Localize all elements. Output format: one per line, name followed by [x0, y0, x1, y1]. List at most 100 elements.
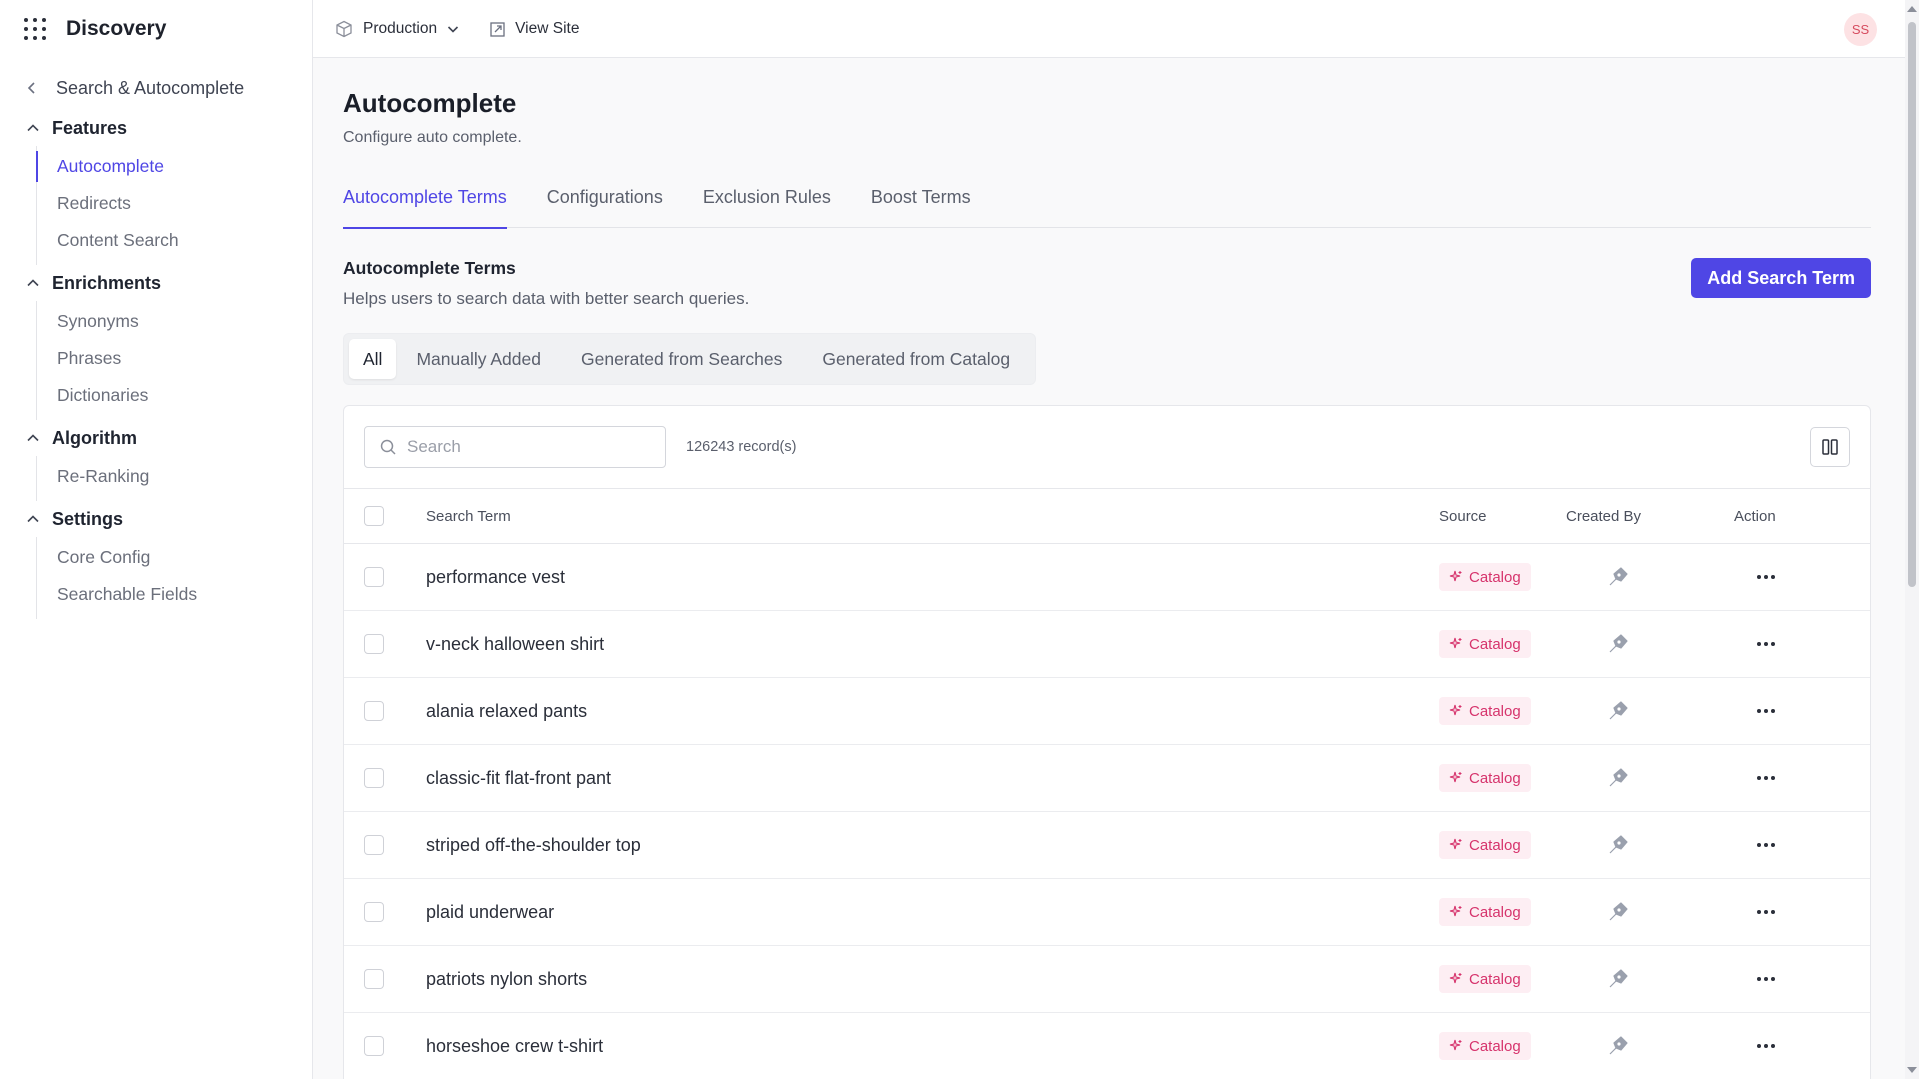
table-row[interactable]: v-neck halloween shirt Catalog: [344, 611, 1870, 678]
row-actions-button[interactable]: [1751, 632, 1781, 656]
row-actions-button[interactable]: [1751, 833, 1781, 857]
sidebar-item-synonyms[interactable]: Synonyms: [37, 303, 312, 340]
columns-icon: [1822, 439, 1838, 455]
main-area: Production View Site SS Autocomplete Con…: [313, 0, 1919, 1079]
page-scrollbar[interactable]: [1905, 0, 1919, 1079]
tab-configurations[interactable]: Configurations: [547, 185, 663, 228]
page-subtitle: Configure auto complete.: [343, 129, 522, 146]
record-count: 126243 record(s): [686, 439, 797, 455]
source-label: Catalog: [1469, 702, 1521, 720]
view-site-link[interactable]: View Site: [489, 20, 579, 38]
source-badge: Catalog: [1439, 697, 1531, 725]
row-checkbox[interactable]: [364, 902, 384, 922]
sidebar-section-title: Features: [52, 117, 128, 138]
filter-generated-from-searches[interactable]: Generated from Searches: [561, 339, 802, 379]
source-label: Catalog: [1469, 635, 1521, 653]
pen-nib-icon: [1609, 835, 1628, 854]
sidebar-item-re-ranking[interactable]: Re-Ranking: [37, 458, 312, 495]
section-title: Autocomplete Terms: [343, 258, 516, 278]
chevron-left-icon: [27, 82, 35, 94]
sidebar-section-features[interactable]: Features: [0, 110, 312, 146]
table-row[interactable]: patriots nylon shorts Catalog: [344, 946, 1870, 1013]
row-checkbox[interactable]: [364, 634, 384, 654]
source-badge: Catalog: [1439, 630, 1531, 658]
page-title: Autocomplete: [343, 88, 517, 118]
filter-generated-from-catalog[interactable]: Generated from Catalog: [802, 339, 1030, 379]
scroll-up-arrow[interactable]: [1907, 6, 1917, 12]
tab-autocomplete-terms[interactable]: Autocomplete Terms: [343, 185, 507, 229]
external-link-icon: [490, 21, 505, 37]
section-header: Autocomplete Terms Helps users to search…: [343, 258, 1871, 309]
sparkle-icon: [1449, 838, 1462, 850]
source-label: Catalog: [1469, 568, 1521, 586]
row-actions-button[interactable]: [1751, 766, 1781, 790]
source-cell: Catalog: [1439, 1032, 1531, 1060]
tab-boost-terms[interactable]: Boost Terms: [871, 185, 971, 228]
sidebar-item-searchable-fields[interactable]: Searchable Fields: [37, 576, 312, 613]
sidebar-item-core-config[interactable]: Core Config: [37, 539, 312, 576]
row-actions-button[interactable]: [1751, 699, 1781, 723]
row-checkbox[interactable]: [364, 835, 384, 855]
topbar: Production View Site SS: [313, 0, 1919, 58]
pen-nib-icon: [1609, 1036, 1628, 1055]
scroll-thumb[interactable]: [1908, 22, 1916, 587]
add-search-term-button[interactable]: Add Search Term: [1691, 258, 1871, 298]
source-label: Catalog: [1469, 836, 1521, 854]
source-label: Catalog: [1469, 903, 1521, 921]
sidebar-section-title: Enrichments: [52, 272, 162, 293]
filter-all[interactable]: All: [349, 339, 397, 379]
sidebar-section-settings[interactable]: Settings: [0, 501, 312, 537]
chevron-up-icon: [27, 124, 39, 132]
apps-grid-icon[interactable]: [24, 18, 46, 40]
table-row[interactable]: striped off-the-shoulder top Catalog: [344, 812, 1870, 879]
sidebar-item-dictionaries[interactable]: Dictionaries: [37, 377, 312, 414]
source-filter-group: All Manually Added Generated from Searches…: [343, 333, 1037, 385]
environment-selector[interactable]: Production: [335, 20, 459, 38]
source-badge: Catalog: [1439, 831, 1531, 859]
table-row[interactable]: classic-fit flat-front pant Catalog: [344, 745, 1870, 812]
table-row[interactable]: performance vest Catalog: [344, 544, 1870, 611]
table-row[interactable]: plaid underwear Catalog: [344, 879, 1870, 946]
table-row[interactable]: horseshoe crew t-shirt Catalog: [344, 1013, 1870, 1079]
pen-nib-icon: [1609, 567, 1628, 586]
row-actions-button[interactable]: [1751, 900, 1781, 924]
table-row[interactable]: alania relaxed pants Catalog: [344, 678, 1870, 745]
sparkle-icon: [1449, 771, 1462, 783]
row-checkbox[interactable]: [364, 1036, 384, 1056]
sidebar-sublist: Autocomplete Redirects Content Search: [36, 146, 312, 265]
filter-manually-added[interactable]: Manually Added: [396, 339, 561, 379]
sidebar-section-enrichments[interactable]: Enrichments: [0, 265, 312, 301]
row-checkbox[interactable]: [364, 768, 384, 788]
row-checkbox[interactable]: [364, 969, 384, 989]
sidebar-item-redirects[interactable]: Redirects: [37, 185, 312, 222]
chevron-up-icon: [27, 279, 39, 287]
sparkle-icon: [1449, 637, 1462, 649]
row-checkbox[interactable]: [364, 567, 384, 587]
source-badge: Catalog: [1439, 965, 1531, 993]
search-input[interactable]: [407, 437, 647, 457]
tab-exclusion-rules[interactable]: Exclusion Rules: [703, 185, 831, 228]
sparkle-icon: [1449, 704, 1462, 716]
search-term-cell: classic-fit flat-front pant: [426, 767, 612, 788]
row-actions-button[interactable]: [1751, 565, 1781, 589]
page-tabs: Autocomplete Terms Configurations Exclusio…: [343, 185, 1871, 229]
row-checkbox[interactable]: [364, 701, 384, 721]
source-badge: Catalog: [1439, 898, 1531, 926]
pen-nib-icon: [1609, 634, 1628, 653]
search-term-cell: plaid underwear: [426, 901, 555, 922]
row-actions-button[interactable]: [1751, 1034, 1781, 1058]
sidebar-item-autocomplete[interactable]: Autocomplete: [36, 148, 312, 185]
select-all-checkbox[interactable]: [364, 506, 384, 526]
page-content: Autocomplete Configure auto complete. Au…: [313, 58, 1919, 1079]
sidebar-item-phrases[interactable]: Phrases: [37, 340, 312, 377]
sidebar-section-algorithm[interactable]: Algorithm: [0, 420, 312, 456]
cube-icon: [336, 20, 352, 37]
source-cell: Catalog: [1439, 764, 1531, 792]
source-label: Catalog: [1469, 769, 1521, 787]
columns-toggle-button[interactable]: [1810, 427, 1850, 467]
scroll-down-arrow[interactable]: [1907, 1067, 1917, 1073]
back-to-search-autocomplete[interactable]: Search & Autocomplete: [0, 66, 312, 110]
sidebar-item-content-search[interactable]: Content Search: [37, 222, 312, 259]
user-avatar[interactable]: SS: [1844, 13, 1877, 46]
row-actions-button[interactable]: [1751, 967, 1781, 991]
